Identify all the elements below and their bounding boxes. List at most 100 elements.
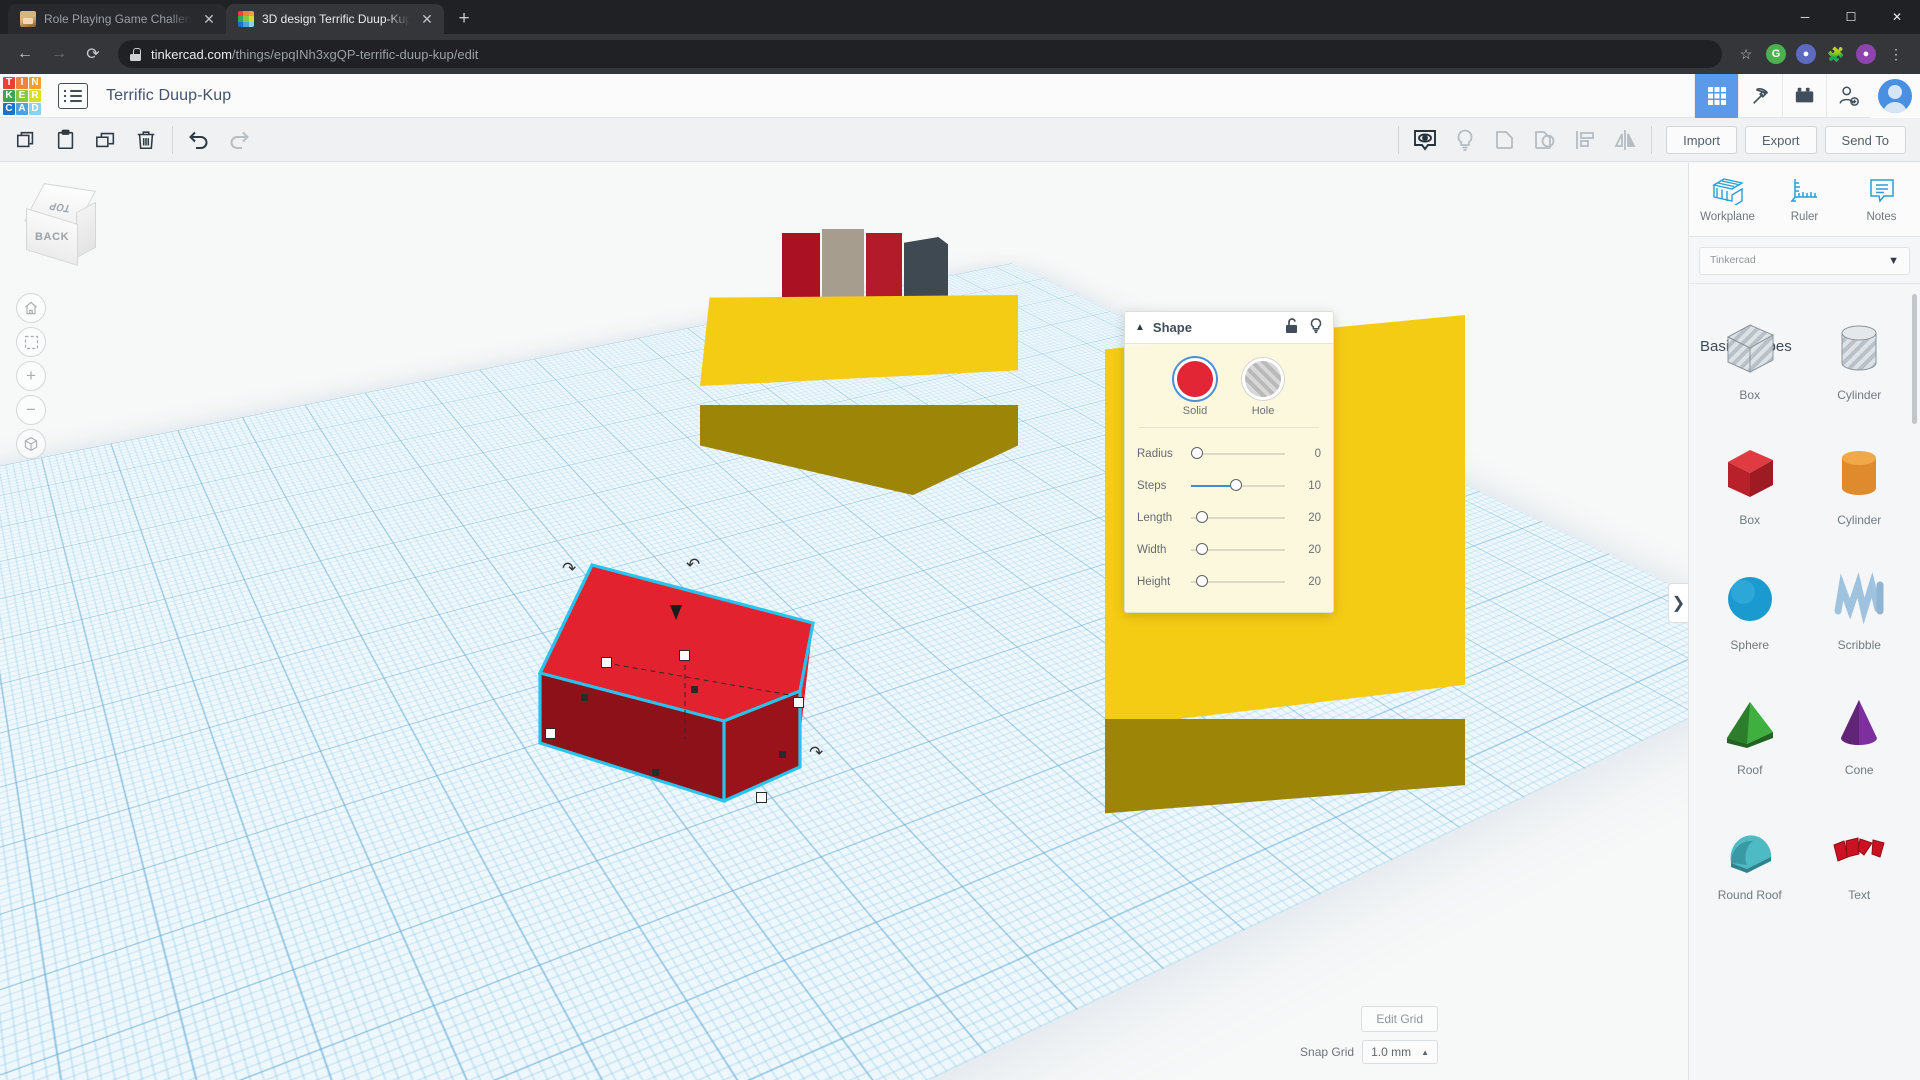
- shape-roof[interactable]: Roof: [1695, 671, 1805, 796]
- shape-round-roof[interactable]: Round Roof: [1695, 796, 1805, 921]
- ungroup-shapes-icon[interactable]: [1525, 120, 1565, 160]
- rotate-handle-right[interactable]: ↷: [809, 743, 823, 763]
- delete-trash-icon[interactable]: [126, 120, 166, 160]
- align-icon[interactable]: [1565, 120, 1605, 160]
- view-navigation-cube[interactable]: TOP BACK: [18, 183, 97, 266]
- paste-icon[interactable]: [46, 120, 86, 160]
- menu-icon[interactable]: ⋮: [1882, 40, 1910, 68]
- zoom-in-button[interactable]: +: [16, 361, 46, 391]
- ruler-tool[interactable]: Ruler: [1766, 163, 1843, 236]
- account-icon[interactable]: ●: [1852, 40, 1880, 68]
- extrude-cone-handle[interactable]: [670, 605, 682, 620]
- rotate-handle-top[interactable]: ↶: [686, 555, 700, 575]
- perspective-toggle-button[interactable]: [16, 429, 46, 459]
- navcube-side-face[interactable]: [76, 201, 96, 259]
- solid-swatch[interactable]: Solid: [1174, 358, 1216, 417]
- home-view-button[interactable]: [16, 293, 46, 323]
- group-shapes-icon[interactable]: [1485, 120, 1525, 160]
- shape-scribble[interactable]: Scribble: [1805, 546, 1915, 671]
- collapse-panel-chevron-icon[interactable]: ❯: [1668, 583, 1688, 623]
- edit-grid-button[interactable]: Edit Grid: [1361, 1006, 1438, 1032]
- duplicate-icon[interactable]: [86, 120, 126, 160]
- resize-handle-right[interactable]: [793, 697, 804, 708]
- window-maximize-button[interactable]: ☐: [1828, 0, 1874, 34]
- shape-cylinder[interactable]: Cylinder: [1805, 421, 1915, 546]
- width-slider[interactable]: [1191, 543, 1291, 557]
- resize-handle-front-left[interactable]: [545, 728, 556, 739]
- star-icon[interactable]: ☆: [1732, 40, 1760, 68]
- tinkercad-logo[interactable]: T I N K E R C A D: [0, 74, 44, 118]
- unlock-icon[interactable]: [1285, 318, 1299, 337]
- steps-label: Steps: [1137, 480, 1167, 492]
- new-tab-button[interactable]: +: [450, 5, 478, 33]
- shapes-grid-container[interactable]: Box Cylinder Box Cylinder Sphere Scribbl…: [1689, 283, 1920, 995]
- tab-close-icon[interactable]: ✕: [418, 10, 436, 28]
- zoom-out-button[interactable]: −: [16, 395, 46, 425]
- extensions-icon[interactable]: 🧩: [1822, 40, 1850, 68]
- 3d-viewport[interactable]: ↷ ↶ ↷ TOP BACK + − ▲ Shape Solid Hole Ra…: [0, 163, 1688, 1080]
- resize-handle-top[interactable]: [679, 650, 690, 661]
- send-to-button[interactable]: Send To: [1824, 126, 1906, 154]
- import-button[interactable]: Import: [1666, 126, 1737, 154]
- add-person-icon[interactable]: [1826, 74, 1870, 118]
- shape-box[interactable]: Box: [1695, 421, 1805, 546]
- snap-grid-select[interactable]: 1.0 mm ▲: [1362, 1040, 1438, 1064]
- browser-tab-2[interactable]: 3D design Terrific Duup-Kup | Tin ✕: [226, 4, 444, 34]
- midpoint-handle-2[interactable]: [581, 694, 588, 701]
- radius-value[interactable]: 0: [1291, 448, 1321, 460]
- box-hatched-icon: [1717, 316, 1783, 382]
- midpoint-handle-3[interactable]: [652, 769, 659, 776]
- undo-icon[interactable]: [179, 120, 219, 160]
- profile-badge-icon[interactable]: ●: [1792, 40, 1820, 68]
- window-close-button[interactable]: ✕: [1874, 0, 1920, 34]
- show-hide-eye-icon[interactable]: [1405, 120, 1445, 160]
- blocks-icon[interactable]: [1782, 74, 1826, 118]
- resize-handle-back-left[interactable]: [601, 657, 612, 668]
- back-button[interactable]: ←: [10, 39, 40, 69]
- shapes-scrollbar[interactable]: [1912, 294, 1917, 424]
- shape-box-hole[interactable]: Box: [1695, 296, 1805, 421]
- length-slider[interactable]: [1191, 511, 1291, 525]
- redo-icon[interactable]: [219, 120, 259, 160]
- shape-properties-panel[interactable]: ▲ Shape Solid Hole Radius 0 Steps 10 Len…: [1124, 311, 1334, 613]
- codeblocks-pickaxe-icon[interactable]: [1738, 74, 1782, 118]
- forward-button[interactable]: →: [44, 39, 74, 69]
- fit-view-button[interactable]: [16, 327, 46, 357]
- workplane-tool[interactable]: Workplane: [1689, 163, 1766, 236]
- midpoint-handle-4[interactable]: [779, 751, 786, 758]
- export-button[interactable]: Export: [1744, 126, 1817, 154]
- lightbulb-icon[interactable]: [1445, 120, 1485, 160]
- mirror-flip-icon[interactable]: [1605, 120, 1645, 160]
- shape-cylinder-hole[interactable]: Cylinder: [1805, 296, 1915, 421]
- google-icon[interactable]: G: [1762, 40, 1790, 68]
- height-slider[interactable]: [1191, 575, 1291, 589]
- tab-close-icon[interactable]: ✕: [200, 10, 218, 28]
- midpoint-handle-1[interactable]: [691, 686, 698, 693]
- shape-text[interactable]: Text: [1805, 796, 1915, 921]
- shape-sphere[interactable]: Sphere: [1695, 546, 1805, 671]
- steps-value[interactable]: 10: [1291, 480, 1321, 492]
- shape-cone[interactable]: Cone: [1805, 671, 1915, 796]
- lightbulb-icon[interactable]: [1309, 318, 1323, 337]
- browser-tab-1[interactable]: Role Playing Game Challenge - In ✕: [8, 4, 226, 34]
- gallery-grid-icon[interactable]: [1694, 74, 1738, 118]
- width-value[interactable]: 20: [1291, 544, 1321, 556]
- reload-button[interactable]: ⟳: [78, 39, 108, 69]
- user-avatar[interactable]: [1870, 74, 1920, 118]
- hole-swatch[interactable]: Hole: [1242, 358, 1284, 417]
- shape-library-select[interactable]: Tinkercad Basic Shapes ▼: [1699, 247, 1910, 355]
- yellow-shape-top[interactable]: [700, 229, 1020, 500]
- length-value[interactable]: 20: [1291, 512, 1321, 524]
- collapse-caret-icon[interactable]: ▲: [1135, 322, 1145, 333]
- copy-icon[interactable]: [6, 120, 46, 160]
- rotate-handle-left[interactable]: ↷: [562, 559, 576, 579]
- steps-slider[interactable]: [1191, 479, 1291, 493]
- radius-slider[interactable]: [1191, 447, 1291, 461]
- selected-red-box[interactable]: ↷ ↶ ↷: [528, 555, 828, 809]
- address-bar[interactable]: tinkercad.com/things/epqINh3xgQP-terrifi…: [118, 40, 1722, 68]
- resize-handle-front-right[interactable]: [756, 792, 767, 803]
- height-value[interactable]: 20: [1291, 576, 1321, 588]
- notes-tool[interactable]: Notes: [1843, 163, 1920, 236]
- list-menu-icon[interactable]: [58, 82, 88, 109]
- window-minimize-button[interactable]: ─: [1782, 0, 1828, 34]
